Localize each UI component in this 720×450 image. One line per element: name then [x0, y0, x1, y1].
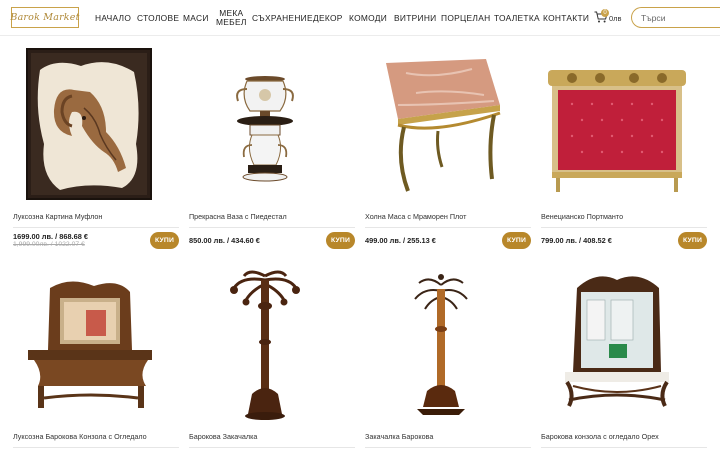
product-name[interactable]: Луксозна Барокова Конзола с Огледало — [13, 432, 147, 441]
product-name[interactable]: Закачалка Барокова — [365, 432, 433, 441]
buy-button[interactable]: КУПИ — [502, 232, 531, 249]
buy-button[interactable]: КУПИ — [326, 232, 355, 249]
site-header: Barok Market НАЧАЛО СТОЛОВЕ МАСИ МЕКА МЕ… — [0, 0, 720, 36]
nav-item-soft-furniture[interactable]: МЕКА МЕБЕЛ — [216, 0, 247, 36]
product-divider — [13, 447, 179, 448]
product-name[interactable]: Прекрасна Ваза с Пиедестал — [189, 212, 287, 221]
nav-item-chests[interactable]: КОМОДИ — [349, 0, 387, 36]
product-name[interactable]: Холна Маса с Мраморен Плот — [365, 212, 466, 221]
nav-item-storage[interactable]: СЪХРАНЕНИЕ — [252, 0, 313, 36]
product-divider — [365, 227, 531, 228]
product-price: 1699.00 лв. / 868.68 € — [13, 232, 88, 241]
product-image-coat-stand-baroque[interactable] — [365, 264, 517, 424]
product-name[interactable]: Барокова конзола с огледало Орех — [541, 432, 659, 441]
nav-item-decor[interactable]: ДЕКОР — [313, 0, 343, 36]
product-divider — [13, 227, 179, 228]
site-logo[interactable]: Barok Market — [10, 7, 80, 28]
product-image-baroque-console-mirror[interactable] — [13, 264, 165, 424]
buy-button[interactable]: КУПИ — [150, 232, 179, 249]
product-divider — [541, 227, 707, 228]
buy-button[interactable]: КУПИ — [678, 232, 707, 249]
product-image-baroque-coat-stand[interactable] — [189, 264, 341, 424]
cart-count-badge: 0 — [601, 9, 609, 17]
cart-total: 0лв — [609, 14, 622, 23]
product-divider — [365, 447, 531, 448]
product-name[interactable]: Барокова Закачалка — [189, 432, 257, 441]
product-image-marble-table[interactable] — [365, 44, 517, 204]
cart-button[interactable]: 0 0лв — [594, 9, 628, 27]
product-price: 499.00 лв. / 255.13 € — [365, 236, 436, 245]
product-name[interactable]: Венецианско Портманто — [541, 212, 623, 221]
nav-item-tables[interactable]: МАСИ — [183, 0, 209, 36]
nav-item-contacts[interactable]: КОНТАКТИ — [543, 0, 589, 36]
product-divider — [541, 447, 707, 448]
product-old-price: 1,999.00лв. / 1022.07 € — [13, 241, 85, 248]
product-price: 850.00 лв. / 434.60 € — [189, 236, 260, 245]
nav-item-vitrines[interactable]: ВИТРИНИ — [394, 0, 437, 36]
product-price: 799.00 лв. / 408.52 € — [541, 236, 612, 245]
product-image-venetian-coat-rack[interactable] — [541, 44, 693, 204]
logo-text: Barok Market — [10, 12, 80, 23]
product-divider — [189, 227, 355, 228]
product-image-walnut-console-mirror[interactable] — [541, 264, 693, 424]
nav-item-home[interactable]: НАЧАЛО — [95, 0, 131, 36]
product-image-ram-painting[interactable] — [13, 44, 165, 204]
nav-item-vanity[interactable]: ТОАЛЕТКА — [494, 0, 540, 36]
product-name[interactable]: Луксозна Картина Муфлон — [13, 212, 102, 221]
product-divider — [189, 447, 355, 448]
nav-item-porcelain[interactable]: ПОРЦЕЛАН — [441, 0, 490, 36]
product-image-vase-pedestal[interactable] — [189, 44, 341, 204]
nav-item-dining-sets[interactable]: СТОЛОВЕ — [137, 0, 179, 36]
nav-item-soft-furniture-line2: МЕБЕЛ — [216, 17, 247, 27]
search-input[interactable] — [631, 7, 720, 28]
